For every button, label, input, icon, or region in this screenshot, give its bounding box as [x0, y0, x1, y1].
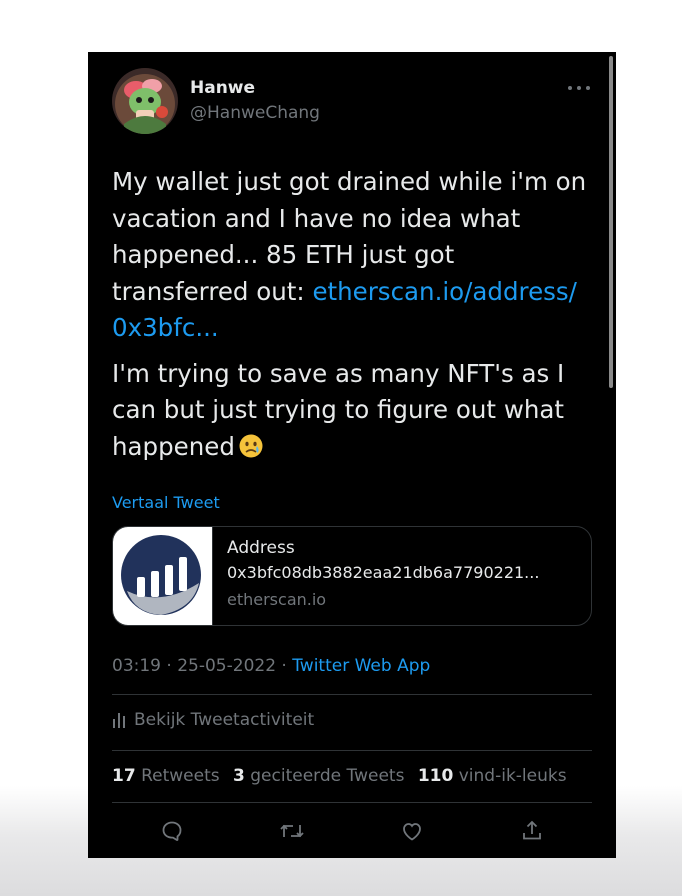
reply-button[interactable] [157, 816, 187, 846]
likes-count: 110 [417, 766, 454, 786]
meta-separator: · [161, 656, 178, 676]
display-name[interactable]: Hanwe [190, 78, 255, 98]
like-icon [403, 823, 421, 841]
tweet-activity-button[interactable]: Bekijk Tweetactiviteit [112, 710, 314, 730]
retweet-icon [280, 824, 304, 838]
etherscan-logo-icon [113, 527, 213, 625]
meta-separator: · [276, 656, 293, 676]
avatar[interactable] [112, 68, 178, 134]
retweet-button[interactable] [277, 816, 307, 846]
analytics-icon [113, 713, 125, 728]
retweets-count: 17 [112, 766, 136, 786]
tweet-meta: 03:19 · 25-05-2022 · Twitter Web App [112, 656, 430, 676]
likes-label: vind-ik-leuks [458, 766, 567, 786]
retweets-stat[interactable]: 17 Retweets [112, 766, 228, 786]
divider [112, 694, 592, 695]
retweets-label: Retweets [141, 766, 220, 786]
share-button[interactable] [517, 816, 547, 846]
divider [112, 802, 592, 803]
tweet-actions [112, 814, 592, 848]
like-button[interactable] [397, 816, 427, 846]
tweet-paragraph-2: I'm trying to save as many NFT's as I ca… [112, 356, 596, 466]
tweet-text-part-2: I'm trying to save as many NFT's as I ca… [112, 358, 565, 461]
translate-tweet-link[interactable]: Vertaal Tweet [112, 493, 220, 512]
reply-icon [162, 821, 182, 841]
tweet-screen: Hanwe @HanweChang My wallet just got dra… [88, 52, 616, 858]
tweet-text: My wallet just got drained while i'm on … [112, 164, 596, 465]
tweet-paragraph-1: My wallet just got drained while i'm on … [112, 164, 596, 347]
likes-stat[interactable]: 110 vind-ik-leuks [418, 766, 567, 786]
tweet-source[interactable]: Twitter Web App [292, 656, 430, 676]
user-handle[interactable]: @HanweChang [190, 103, 320, 123]
quotes-stat[interactable]: 3 geciteerde Tweets [233, 766, 412, 786]
quotes-count: 3 [233, 766, 245, 786]
card-description: 0x3bfc08db3882eaa21db6a7790221... [227, 563, 540, 582]
divider [112, 750, 592, 751]
link-card[interactable]: Address 0x3bfc08db3882eaa21db6a7790221..… [112, 526, 592, 626]
quotes-label: geciteerde Tweets [250, 766, 405, 786]
tweet-date[interactable]: 25-05-2022 [177, 656, 276, 676]
card-domain: etherscan.io [227, 590, 327, 609]
card-title: Address [227, 538, 295, 558]
tweet-stats: 17 Retweets 3 geciteerde Tweets 110 vind… [112, 766, 567, 786]
tweet-activity-label: Bekijk Tweetactiviteit [134, 710, 315, 730]
share-icon [523, 820, 541, 840]
more-icon[interactable] [568, 78, 590, 98]
scrollbar[interactable] [609, 56, 613, 388]
crying-face-emoji-icon [238, 433, 264, 459]
tweet-time[interactable]: 03:19 [112, 656, 161, 676]
